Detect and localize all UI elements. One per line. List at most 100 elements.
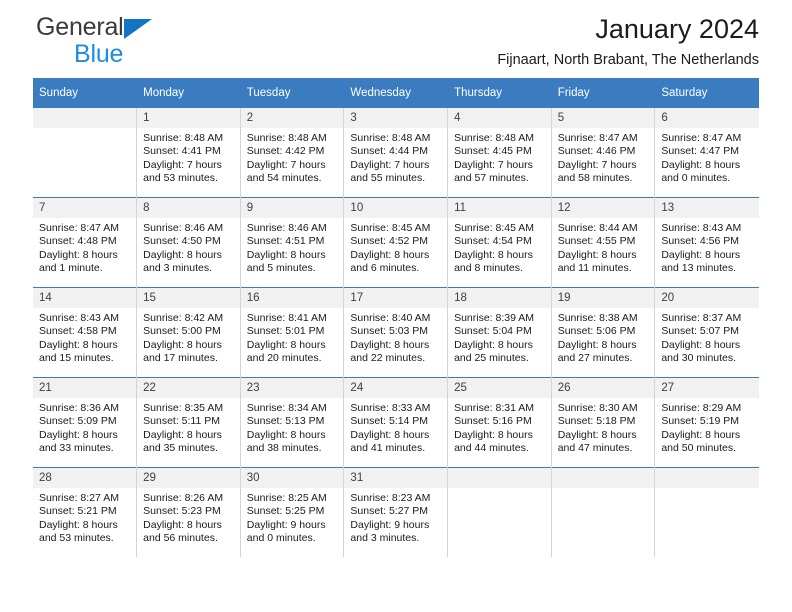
sunrise-text: Sunrise: 8:48 AM bbox=[143, 132, 224, 144]
day-cell[interactable]: 7 Sunrise: 8:47 AM Sunset: 4:48 PM Dayli… bbox=[33, 197, 138, 288]
day-details: Sunrise: 8:26 AM Sunset: 5:23 PM Dayligh… bbox=[137, 488, 240, 546]
day-cell[interactable]: 10 Sunrise: 8:45 AM Sunset: 4:52 PM Dayl… bbox=[343, 197, 449, 288]
day-number: 25 bbox=[448, 378, 551, 398]
sunset-text: Sunset: 5:19 PM bbox=[661, 415, 739, 428]
day-details: Sunrise: 8:36 AM Sunset: 5:09 PM Dayligh… bbox=[33, 398, 136, 456]
day-details: Sunrise: 8:27 AM Sunset: 5:21 PM Dayligh… bbox=[33, 488, 136, 546]
day-cell[interactable]: 8 Sunrise: 8:46 AM Sunset: 4:50 PM Dayli… bbox=[136, 197, 241, 288]
day-number: 22 bbox=[137, 378, 240, 398]
sunset-text: Sunset: 4:50 PM bbox=[143, 235, 221, 248]
day-cell[interactable]: 12 Sunrise: 8:44 AM Sunset: 4:55 PM Dayl… bbox=[551, 197, 656, 288]
day-cell[interactable] bbox=[654, 467, 759, 557]
day-cell[interactable] bbox=[447, 467, 552, 557]
day-details: Sunrise: 8:46 AM Sunset: 4:50 PM Dayligh… bbox=[137, 218, 240, 276]
day-cell[interactable]: 17 Sunrise: 8:40 AM Sunset: 5:03 PM Dayl… bbox=[343, 287, 449, 378]
day-number: 1 bbox=[137, 108, 240, 128]
day-number: 2 bbox=[240, 108, 344, 128]
day-cell[interactable]: 25 Sunrise: 8:31 AM Sunset: 5:16 PM Dayl… bbox=[447, 377, 552, 468]
day-cell[interactable] bbox=[33, 107, 138, 198]
day-cell[interactable]: 3 Sunrise: 8:48 AM Sunset: 4:44 PM Dayli… bbox=[343, 107, 449, 198]
calendar-week-row: 21 Sunrise: 8:36 AM Sunset: 5:09 PM Dayl… bbox=[33, 377, 759, 468]
day-cell[interactable]: 27 Sunrise: 8:29 AM Sunset: 5:19 PM Dayl… bbox=[654, 377, 759, 468]
day-cell[interactable]: 31 Sunrise: 8:23 AM Sunset: 5:27 PM Dayl… bbox=[343, 467, 449, 557]
day-details: Sunrise: 8:47 AM Sunset: 4:48 PM Dayligh… bbox=[33, 218, 136, 276]
day-cell[interactable]: 28 Sunrise: 8:27 AM Sunset: 5:21 PM Dayl… bbox=[33, 467, 138, 557]
daylight-text-line1: Daylight: 8 hours bbox=[661, 428, 741, 441]
day-details: Sunrise: 8:48 AM Sunset: 4:45 PM Dayligh… bbox=[448, 128, 551, 186]
sunset-text: Sunset: 4:52 PM bbox=[350, 235, 429, 248]
calendar-week-row: 28 Sunrise: 8:27 AM Sunset: 5:21 PM Dayl… bbox=[33, 467, 759, 557]
day-cell[interactable]: 18 Sunrise: 8:39 AM Sunset: 5:04 PM Dayl… bbox=[447, 287, 552, 378]
sunrise-text: Sunrise: 8:36 AM bbox=[39, 402, 119, 414]
general-blue-logo[interactable]: General Blue bbox=[36, 15, 152, 67]
day-number: 12 bbox=[551, 198, 655, 218]
daylight-text-line1: Daylight: 8 hours bbox=[39, 518, 118, 531]
daylight-text-line1: Daylight: 7 hours bbox=[143, 158, 222, 171]
sunset-text: Sunset: 4:44 PM bbox=[350, 145, 429, 158]
weekday-header-tuesday: Tuesday bbox=[240, 78, 345, 108]
day-details: Sunrise: 8:35 AM Sunset: 5:11 PM Dayligh… bbox=[137, 398, 240, 456]
day-cell[interactable]: 29 Sunrise: 8:26 AM Sunset: 5:23 PM Dayl… bbox=[136, 467, 241, 557]
daylight-text-line2: and 58 minutes. bbox=[557, 172, 633, 185]
day-details bbox=[552, 488, 655, 492]
day-cell[interactable]: 30 Sunrise: 8:25 AM Sunset: 5:25 PM Dayl… bbox=[240, 467, 345, 557]
daylight-text-line1: Daylight: 8 hours bbox=[661, 248, 741, 261]
day-cell[interactable]: 26 Sunrise: 8:30 AM Sunset: 5:18 PM Dayl… bbox=[551, 377, 656, 468]
daylight-text-line1: Daylight: 8 hours bbox=[454, 428, 533, 441]
daylight-text-line1: Daylight: 8 hours bbox=[246, 248, 326, 261]
day-cell[interactable]: 6 Sunrise: 8:47 AM Sunset: 4:47 PM Dayli… bbox=[654, 107, 759, 198]
day-number: 3 bbox=[344, 108, 448, 128]
day-cell[interactable]: 20 Sunrise: 8:37 AM Sunset: 5:07 PM Dayl… bbox=[654, 287, 759, 378]
sunset-text: Sunset: 5:23 PM bbox=[143, 505, 221, 518]
day-cell[interactable]: 13 Sunrise: 8:43 AM Sunset: 4:56 PM Dayl… bbox=[654, 197, 759, 288]
day-cell[interactable]: 24 Sunrise: 8:33 AM Sunset: 5:14 PM Dayl… bbox=[343, 377, 449, 468]
day-cell[interactable]: 5 Sunrise: 8:47 AM Sunset: 4:46 PM Dayli… bbox=[551, 107, 656, 198]
day-number: 13 bbox=[655, 198, 759, 218]
day-cell[interactable] bbox=[551, 467, 656, 557]
day-details: Sunrise: 8:41 AM Sunset: 5:01 PM Dayligh… bbox=[241, 308, 344, 366]
day-cell[interactable]: 4 Sunrise: 8:48 AM Sunset: 4:45 PM Dayli… bbox=[447, 107, 552, 198]
day-number: 31 bbox=[344, 468, 448, 488]
day-details: Sunrise: 8:25 AM Sunset: 5:25 PM Dayligh… bbox=[241, 488, 344, 546]
day-number: 4 bbox=[448, 108, 551, 128]
sunrise-text: Sunrise: 8:45 AM bbox=[350, 222, 431, 234]
sunset-text: Sunset: 4:47 PM bbox=[661, 145, 739, 158]
sunrise-text: Sunrise: 8:26 AM bbox=[143, 492, 224, 504]
day-cell[interactable]: 22 Sunrise: 8:35 AM Sunset: 5:11 PM Dayl… bbox=[136, 377, 241, 468]
weekday-header-thursday: Thursday bbox=[447, 78, 552, 108]
sunrise-text: Sunrise: 8:43 AM bbox=[661, 222, 742, 234]
day-cell[interactable]: 14 Sunrise: 8:43 AM Sunset: 4:58 PM Dayl… bbox=[33, 287, 138, 378]
calendar-week-row: 14 Sunrise: 8:43 AM Sunset: 4:58 PM Dayl… bbox=[33, 287, 759, 378]
day-number: 14 bbox=[33, 288, 137, 308]
sunset-text: Sunset: 5:25 PM bbox=[246, 505, 325, 518]
day-cell[interactable]: 19 Sunrise: 8:38 AM Sunset: 5:06 PM Dayl… bbox=[551, 287, 656, 378]
daylight-text-line1: Daylight: 8 hours bbox=[454, 338, 533, 351]
sunset-text: Sunset: 4:46 PM bbox=[557, 145, 636, 158]
day-cell[interactable]: 2 Sunrise: 8:48 AM Sunset: 4:42 PM Dayli… bbox=[240, 107, 345, 198]
day-cell[interactable]: 15 Sunrise: 8:42 AM Sunset: 5:00 PM Dayl… bbox=[136, 287, 241, 378]
daylight-text-line2: and 20 minutes. bbox=[246, 352, 322, 365]
day-details: Sunrise: 8:44 AM Sunset: 4:55 PM Dayligh… bbox=[552, 218, 655, 276]
sunrise-text: Sunrise: 8:46 AM bbox=[246, 222, 327, 234]
weekday-header-monday: Monday bbox=[136, 78, 241, 108]
weekday-header-friday: Friday bbox=[551, 78, 656, 108]
daylight-text-line1: Daylight: 8 hours bbox=[246, 338, 326, 351]
day-cell[interactable]: 1 Sunrise: 8:48 AM Sunset: 4:41 PM Dayli… bbox=[136, 107, 241, 198]
day-cell[interactable]: 9 Sunrise: 8:46 AM Sunset: 4:51 PM Dayli… bbox=[240, 197, 345, 288]
daylight-text-line1: Daylight: 7 hours bbox=[246, 158, 326, 171]
sunset-text: Sunset: 5:06 PM bbox=[557, 325, 636, 338]
day-cell[interactable]: 21 Sunrise: 8:36 AM Sunset: 5:09 PM Dayl… bbox=[33, 377, 138, 468]
day-number: 17 bbox=[344, 288, 448, 308]
day-number bbox=[551, 468, 655, 488]
day-cell[interactable]: 11 Sunrise: 8:45 AM Sunset: 4:54 PM Dayl… bbox=[447, 197, 552, 288]
day-details: Sunrise: 8:48 AM Sunset: 4:42 PM Dayligh… bbox=[241, 128, 344, 186]
day-cell[interactable]: 16 Sunrise: 8:41 AM Sunset: 5:01 PM Dayl… bbox=[240, 287, 345, 378]
logo-text-general: General bbox=[36, 13, 124, 41]
day-cell[interactable]: 23 Sunrise: 8:34 AM Sunset: 5:13 PM Dayl… bbox=[240, 377, 345, 468]
daylight-text-line1: Daylight: 8 hours bbox=[39, 248, 118, 261]
day-details: Sunrise: 8:30 AM Sunset: 5:18 PM Dayligh… bbox=[552, 398, 655, 456]
calendar-week-row: 7 Sunrise: 8:47 AM Sunset: 4:48 PM Dayli… bbox=[33, 197, 759, 288]
day-number: 5 bbox=[551, 108, 655, 128]
sunset-text: Sunset: 5:04 PM bbox=[454, 325, 532, 338]
sunrise-text: Sunrise: 8:23 AM bbox=[350, 492, 431, 504]
